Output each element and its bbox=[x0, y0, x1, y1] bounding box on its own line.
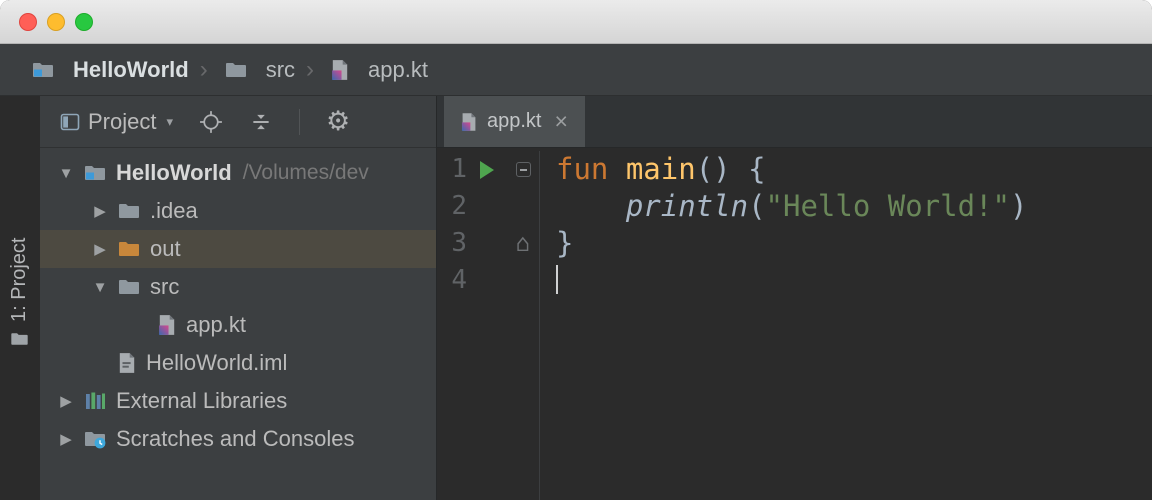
tree-item-appkt[interactable]: app.kt bbox=[40, 306, 436, 344]
text-caret bbox=[556, 265, 558, 294]
tree-item-label: External Libraries bbox=[116, 388, 288, 413]
tree-item-path: /Volumes/dev bbox=[242, 161, 369, 184]
chevron-expanded-icon[interactable]: ▼ bbox=[54, 165, 78, 182]
tree-item-label: HelloWorld bbox=[116, 160, 232, 185]
zoom-window-button[interactable] bbox=[75, 12, 93, 31]
libraries-icon bbox=[84, 391, 106, 411]
editor-tabbar: app.kt × bbox=[437, 96, 1152, 148]
settings-gear-icon[interactable]: ⚙ bbox=[326, 108, 350, 135]
chevron-collapsed-icon[interactable]: ▶ bbox=[88, 240, 112, 258]
code-token: ) bbox=[1009, 189, 1028, 223]
tree-item-out[interactable]: ▶ out bbox=[40, 230, 436, 268]
project-tree: ▼ HelloWorld /Volumes/dev ▶ .idea ▶ out … bbox=[40, 148, 436, 458]
stripe-label: 1: Project bbox=[8, 237, 30, 322]
main-area: 1: Project Project ▾ ⚙ ▼ HelloWorld /Vol… bbox=[0, 96, 1152, 500]
tree-item-label: Scratches and Consoles bbox=[116, 426, 355, 451]
line-number: 3 bbox=[451, 228, 467, 258]
ide-window: HelloWorld › src › app.kt 1: Project Pro… bbox=[0, 0, 1152, 500]
code-token: "Hello World!" bbox=[765, 189, 1010, 223]
tab-appkt[interactable]: app.kt × bbox=[444, 96, 585, 147]
kotlin-file-icon bbox=[331, 59, 349, 81]
tree-item-scratches[interactable]: ▶ Scratches and Consoles bbox=[40, 420, 436, 458]
breadcrumb-label: src bbox=[265, 56, 296, 82]
project-tool-icon bbox=[11, 332, 29, 347]
collapse-all-icon[interactable] bbox=[249, 110, 273, 134]
breadcrumb-label: HelloWorld bbox=[73, 56, 189, 82]
toolbar-separator bbox=[299, 108, 301, 135]
project-folder-icon bbox=[84, 164, 106, 182]
minimize-window-button[interactable] bbox=[47, 12, 65, 31]
tool-window-stripe: 1: Project bbox=[0, 96, 40, 500]
code-token: () { bbox=[695, 152, 766, 186]
folder-icon bbox=[118, 202, 140, 220]
breadcrumb-item-src[interactable]: src bbox=[219, 57, 295, 83]
tree-item-helloworld-iml[interactable]: HelloWorld.iml bbox=[40, 344, 436, 382]
folder-icon bbox=[118, 278, 140, 296]
code-token: fun bbox=[556, 152, 626, 186]
project-folder-icon bbox=[32, 61, 54, 79]
code-token: } bbox=[556, 226, 574, 260]
editor: app.kt × 1 2 3 ⌂ 4 fun main() {println(… bbox=[437, 96, 1152, 500]
chevron-separator-icon: › bbox=[306, 55, 315, 83]
tree-item-label: src bbox=[150, 274, 180, 299]
tree-item-src[interactable]: ▼ src bbox=[40, 268, 436, 306]
tab-label: app.kt bbox=[487, 110, 542, 132]
chevron-collapsed-icon[interactable]: ▶ bbox=[54, 430, 78, 448]
view-selector-label: Project bbox=[88, 108, 157, 134]
fold-end-icon[interactable] bbox=[516, 225, 530, 262]
chevron-down-icon: ▾ bbox=[166, 113, 174, 129]
tree-item-label: HelloWorld.iml bbox=[146, 350, 288, 375]
view-selector-icon bbox=[60, 113, 80, 131]
line-number: 1 bbox=[451, 154, 467, 184]
project-view-selector[interactable]: Project ▾ bbox=[60, 109, 173, 135]
code-token: println bbox=[625, 189, 749, 223]
gutter-row: 3 bbox=[437, 225, 539, 262]
gutter-row: 2 bbox=[437, 188, 539, 225]
chevron-separator-icon: › bbox=[199, 55, 208, 83]
code-token: main bbox=[625, 152, 696, 186]
tree-item-helloworld[interactable]: ▼ HelloWorld /Volumes/dev bbox=[40, 154, 436, 192]
line-number: 4 bbox=[451, 265, 467, 295]
module-file-icon bbox=[118, 352, 136, 374]
code-token: ( bbox=[748, 189, 766, 223]
chevron-collapsed-icon[interactable]: ▶ bbox=[88, 202, 112, 220]
chevron-expanded-icon[interactable]: ▼ bbox=[88, 279, 112, 296]
code-line-2: println("Hello World!") bbox=[556, 188, 1152, 225]
gutter-row: 4 bbox=[437, 262, 539, 299]
tree-item-label: app.kt bbox=[186, 312, 246, 337]
breadcrumb-item-helloworld[interactable]: HelloWorld bbox=[26, 57, 189, 83]
kotlin-file-icon bbox=[461, 112, 477, 132]
editor-body[interactable]: 1 2 3 4 bbox=[437, 148, 1152, 500]
tree-item-external-libraries[interactable]: ▶ External Libraries bbox=[40, 382, 436, 420]
titlebar bbox=[0, 0, 1152, 44]
breadcrumb-label: app.kt bbox=[368, 56, 428, 82]
line-number: 2 bbox=[451, 191, 467, 221]
project-stripe-button[interactable]: 1: Project bbox=[8, 238, 31, 348]
close-window-button[interactable] bbox=[19, 12, 37, 31]
breadcrumb-bar: HelloWorld › src › app.kt bbox=[0, 44, 1152, 96]
excluded-folder-icon bbox=[118, 240, 140, 258]
tree-item-label: .idea bbox=[150, 198, 198, 223]
close-tab-icon[interactable]: × bbox=[554, 110, 567, 133]
project-toolbar: Project ▾ ⚙ bbox=[40, 96, 436, 148]
scratches-icon bbox=[84, 430, 106, 449]
run-play-icon[interactable] bbox=[480, 160, 494, 179]
folder-icon bbox=[225, 61, 247, 79]
locate-icon[interactable] bbox=[199, 110, 223, 134]
code-line-4 bbox=[556, 262, 1152, 299]
code-line-3: } bbox=[556, 225, 1152, 262]
tree-item-label: out bbox=[150, 236, 181, 261]
editor-gutter: 1 2 3 4 bbox=[437, 151, 540, 500]
fold-collapse-icon[interactable] bbox=[515, 162, 531, 177]
breadcrumb-item-appkt[interactable]: app.kt bbox=[325, 57, 428, 83]
tree-item-idea[interactable]: ▶ .idea bbox=[40, 192, 436, 230]
code-pane[interactable]: fun main() { println("Hello World!") } bbox=[540, 151, 1152, 500]
gutter-row: 1 bbox=[437, 151, 539, 188]
chevron-collapsed-icon[interactable]: ▶ bbox=[54, 392, 78, 410]
project-panel: Project ▾ ⚙ ▼ HelloWorld /Volumes/dev ▶ … bbox=[40, 96, 437, 500]
code-line-1: fun main() { bbox=[556, 151, 1152, 188]
kotlin-file-icon bbox=[158, 314, 176, 336]
